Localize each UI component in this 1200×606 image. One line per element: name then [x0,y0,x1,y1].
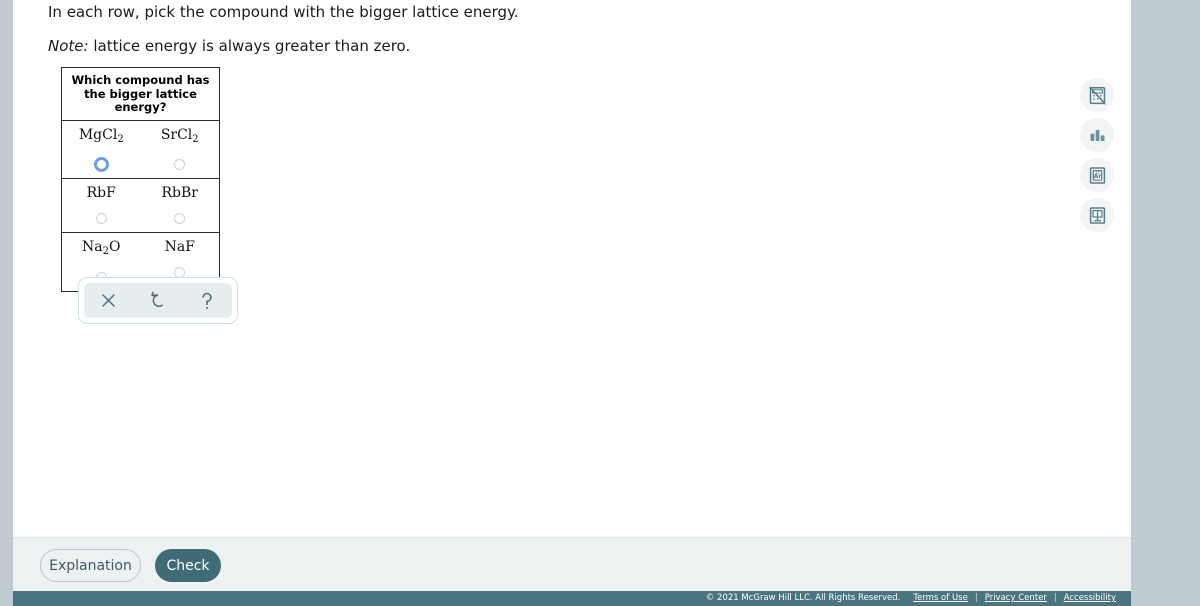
table-row: RbF RbBr [62,179,220,234]
reference-book-icon [1089,206,1105,224]
radio-option-rbf[interactable] [62,211,141,225]
table-header: Which compound has the bigger lattice en… [62,68,219,121]
privacy-center-link[interactable]: Privacy Center [985,591,1047,606]
option-cell: MgCl2 [62,127,141,172]
footer-separator: | [974,593,978,603]
radio-button[interactable] [95,212,107,224]
compound-formula: Na2O [82,239,121,258]
periodic-table-button[interactable]: Ar 18 [1080,158,1114,192]
note-body: lattice energy is always greater than ze… [88,37,411,55]
calculator-off-icon [1088,86,1106,104]
note-label: Note: [48,37,89,55]
svg-text:18: 18 [1095,170,1099,174]
prompt-block: In each row, pick the compound with the … [48,0,948,56]
footer-bar: © 2021 McGraw Hill LLC. All Rights Reser… [13,591,1131,606]
footer-inner: © 2021 McGraw Hill LLC. All Rights Reser… [706,591,1120,606]
terms-of-use-link[interactable]: Terms of Use [913,591,968,606]
utility-rail: Ar 18 [1080,78,1114,238]
radio-option-rbbr[interactable] [141,211,220,225]
reference-book-button[interactable] [1080,198,1114,232]
action-bar: Explanation Check [13,537,1131,591]
question-content-area: In each row, pick the compound with the … [13,0,1131,537]
periodic-table-icon: Ar 18 [1089,166,1105,184]
compound-formula: NaF [164,239,195,256]
clear-icon [102,294,115,307]
table-row: MgCl2 SrCl2 [62,121,219,180]
bar-chart-icon [1090,129,1104,141]
compound-formula: RbBr [161,185,198,202]
clear-button[interactable] [92,285,126,317]
calculator-off-button[interactable] [1080,78,1114,112]
radio-button[interactable] [174,158,186,170]
compound-formula: SrCl2 [160,126,199,145]
radio-button[interactable] [174,212,186,224]
question-table: Which compound has the bigger lattice en… [61,67,220,293]
undo-button[interactable] [141,285,175,317]
check-button[interactable]: Check [155,549,221,582]
tool-palette-inner [84,283,232,318]
bar-chart-button[interactable] [1080,118,1114,152]
footer-separator: | [1053,593,1057,603]
option-cell: RbBr [141,185,220,225]
radio-button[interactable] [93,156,109,172]
accessibility-link[interactable]: Accessibility [1064,591,1116,606]
note-text: Note: lattice energy is always greater t… [48,36,948,56]
copyright-text: © 2021 McGraw Hill LLC. All Rights Reser… [705,593,901,603]
undo-icon [151,291,163,307]
radio-option-mgcl2[interactable] [62,156,141,172]
radio-option-srcl2[interactable] [141,157,220,171]
tool-palette [78,277,238,324]
option-cell: SrCl2 [141,127,220,172]
option-cell: RbF [62,185,141,225]
help-button[interactable] [190,285,224,317]
compound-formula: RbF [86,185,116,202]
help-icon [202,292,212,309]
prompt-text: In each row, pick the compound with the … [48,3,519,21]
compound-formula: MgCl2 [78,126,124,145]
explanation-button[interactable]: Explanation [40,549,141,582]
page-shell: In each row, pick the compound with the … [13,0,1131,606]
